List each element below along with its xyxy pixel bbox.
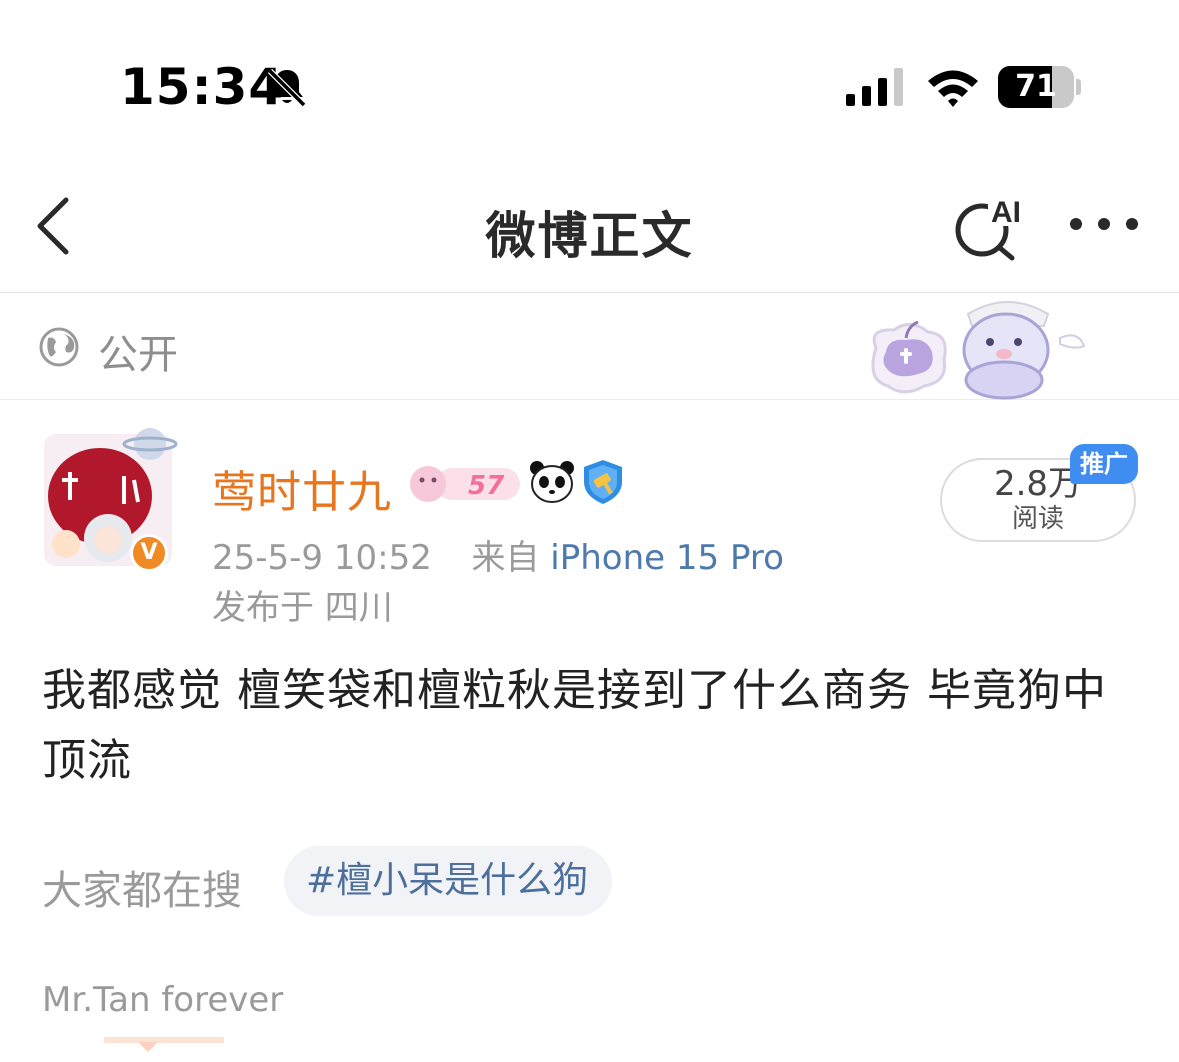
post-date: 25-5-9 10:52	[212, 538, 432, 578]
source-prefix: 来自	[471, 538, 540, 578]
promo-tag: 推广	[1070, 444, 1138, 484]
nav-bar: 微博正文 AI	[0, 150, 1179, 293]
bell-slash-icon	[267, 68, 307, 108]
globe-icon	[39, 327, 79, 367]
berry-sticker-icon	[871, 320, 947, 394]
footer-decoration-icon	[104, 1037, 224, 1052]
reads-label: 阅读	[1011, 504, 1064, 534]
trending-search-label: 大家都在搜	[42, 868, 242, 914]
post-footer-text: Mr.Tan forever	[42, 980, 284, 1020]
signal-icon	[846, 68, 903, 106]
verified-badge: V	[130, 534, 168, 572]
wifi-icon	[928, 70, 978, 107]
post-location: 发布于 四川	[212, 588, 393, 628]
level-badge-icon[interactable]: 57	[406, 462, 522, 504]
battery-level-text: 71	[1015, 69, 1057, 104]
status-time: 15:34	[120, 58, 285, 116]
status-bar: 15:34 71	[0, 0, 1179, 150]
visibility-label: 公开	[98, 332, 178, 378]
level-number: 57	[468, 471, 505, 501]
ai-search-icon[interactable]: AI	[950, 192, 1030, 262]
ai-label: AI	[991, 196, 1021, 229]
trending-search-chip[interactable]: #檀小呆是什么狗	[284, 846, 612, 916]
post-source[interactable]: iPhone 15 Pro	[550, 538, 784, 578]
panda-icon	[530, 461, 574, 503]
author-name[interactable]: 莺时廿九	[212, 456, 392, 520]
shield-icon	[584, 460, 622, 504]
visibility-row: 公开	[0, 294, 1179, 400]
battery-icon: 71	[998, 66, 1082, 108]
seal-sticker-icon	[962, 301, 1086, 400]
post-text: 我都感觉 檀笑袋和檀粒秋是接到了什么商务 毕竟狗中顶流	[42, 665, 1107, 786]
post-meta: 25-5-9 10:52 来自 iPhone 15 Pro	[212, 530, 784, 579]
more-dots-icon[interactable]	[1066, 208, 1142, 240]
